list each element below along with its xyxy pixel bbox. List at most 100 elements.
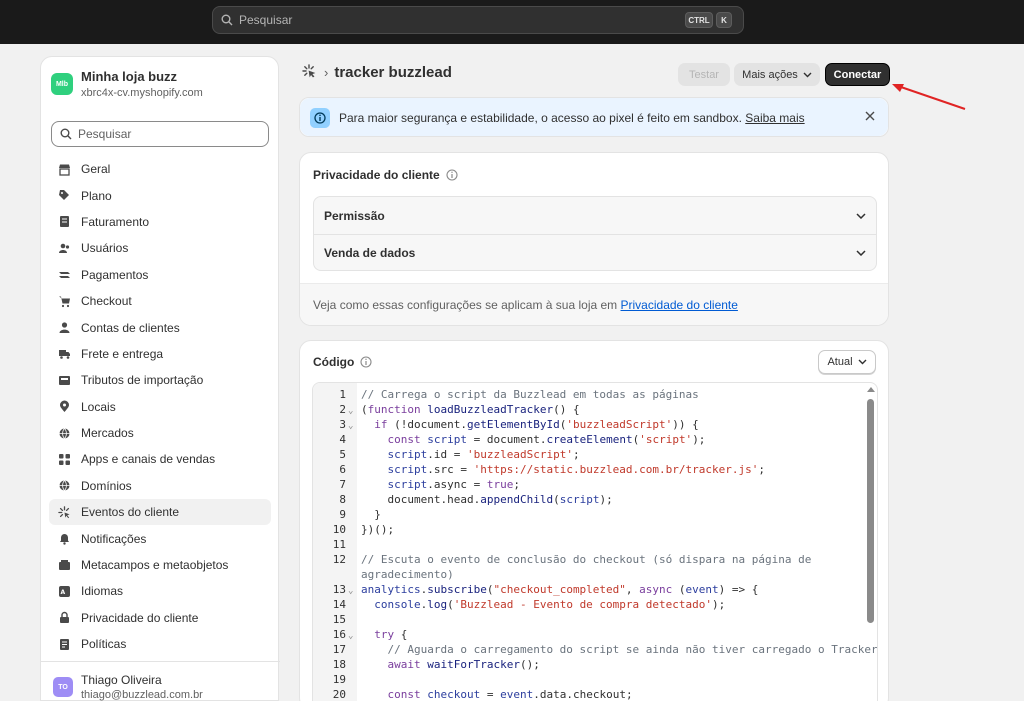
line-number: 6 — [339, 463, 346, 476]
scrollbar-thumb[interactable] — [867, 399, 874, 623]
metafields-icon — [57, 558, 71, 572]
info-icon[interactable] — [446, 169, 458, 181]
sidebar-item[interactable]: Notificações — [49, 525, 271, 551]
banner-body: Para maior segurança e estabilidade, o a… — [300, 98, 888, 136]
editor-scrollbar[interactable] — [866, 387, 875, 701]
sidebar-divider — [41, 661, 280, 662]
user-name: Thiago Oliveira — [81, 673, 162, 687]
code-text: // Carrega o script da Buzzlead em todas… — [361, 388, 699, 401]
kbd-ctrl: CTRL — [685, 12, 713, 28]
sidebar-item[interactable]: A Idiomas — [49, 578, 271, 604]
policy-icon — [57, 637, 71, 651]
code-text: await waitForTracker(); — [387, 658, 540, 671]
sidebar-item[interactable]: Geral — [49, 156, 271, 182]
sidebar-item-label: Políticas — [81, 637, 127, 652]
settings-nav: Geral Plano Faturamento Usuários Pagamentos C… — [49, 156, 271, 657]
customer-privacy-link[interactable]: Privacidade do cliente — [621, 298, 738, 312]
sidebar-item[interactable]: Checkout — [49, 288, 271, 314]
sidebar-item[interactable]: Tributos de importação — [49, 367, 271, 393]
code-lines: 1 // Carrega o script da Buzzlead em toda… — [313, 387, 878, 701]
sidebar-item[interactable]: Políticas — [49, 631, 271, 657]
code-line: 1 // Carrega o script da Buzzlead em toda… — [313, 387, 877, 402]
store-avatar: Mlb — [51, 73, 73, 95]
sidebar-item[interactable]: Pagamentos — [49, 262, 271, 288]
sidebar-item[interactable]: Frete e entrega — [49, 341, 271, 367]
data-sale-row[interactable]: Venda de dados — [314, 234, 876, 271]
code-editor[interactable]: 1 // Carrega o script da Buzzlead em toda… — [312, 382, 878, 701]
code-line: 14 console.log('Buzzlead - Evento de com… — [313, 597, 877, 612]
events-icon — [57, 505, 71, 519]
more-actions-button[interactable]: Mais ações — [734, 63, 820, 86]
settings-search-input[interactable]: Pesquisar — [51, 121, 269, 147]
sidebar-item[interactable]: Privacidade do cliente — [49, 605, 271, 631]
sidebar-item-label: Idiomas — [81, 584, 124, 599]
sidebar-item[interactable]: Usuários — [49, 235, 271, 261]
duties-icon — [57, 373, 71, 387]
scroll-up-icon[interactable] — [867, 387, 875, 392]
sidebar-item[interactable]: Mercados — [49, 420, 271, 446]
data-sale-label: Venda de dados — [324, 246, 416, 260]
sidebar-item[interactable]: Domínios — [49, 473, 271, 499]
code-title-text: Código — [313, 355, 355, 369]
top-bar: Pesquisar CTRL K — [0, 0, 1024, 44]
globe-icon — [57, 426, 71, 440]
line-number: 19 — [332, 673, 346, 686]
version-select[interactable]: Atual — [818, 350, 876, 374]
person-icon — [57, 321, 71, 335]
line-number: 13 — [332, 583, 346, 596]
sidebar-item-label: Mercados — [81, 426, 134, 441]
kbd-k: K — [716, 12, 732, 28]
sidebar-item[interactable]: Plano — [49, 182, 271, 208]
global-search-placeholder: Pesquisar — [239, 13, 293, 27]
chevron-down-icon — [856, 212, 866, 219]
sidebar-item[interactable]: Eventos do cliente — [49, 499, 271, 526]
sidebar-item-label: Domínios — [81, 478, 132, 493]
code-line: 11 — [313, 537, 877, 552]
events-icon[interactable] — [302, 64, 316, 81]
sidebar-item[interactable]: Metacampos e metaobjetos — [49, 552, 271, 578]
cart-icon — [57, 294, 71, 308]
page-header: › tracker buzzlead — [302, 64, 452, 81]
sidebar-item-label: Privacidade do cliente — [81, 610, 199, 625]
line-number: 14 — [332, 598, 346, 611]
learn-more-link[interactable]: Saiba mais — [745, 111, 804, 125]
banner-text: Para maior segurança e estabilidade, o a… — [339, 111, 805, 125]
line-number: 16 — [332, 628, 346, 641]
code-text: // Aguarda o carregamento do script se a… — [387, 643, 878, 656]
test-button[interactable]: Testar — [678, 63, 730, 86]
connect-button[interactable]: Conectar — [825, 63, 890, 86]
line-number: 11 — [332, 538, 346, 551]
sidebar-item-label: Plano — [81, 188, 112, 203]
store-switcher[interactable]: Mlb Minha loja buzz xbrc4x-cv.myshopify.… — [51, 69, 203, 99]
sidebar-item[interactable]: Apps e canais de vendas — [49, 446, 271, 472]
payments-icon — [57, 268, 71, 282]
permission-row[interactable]: Permissão — [314, 197, 876, 234]
code-line: 7 script.async = true; — [313, 477, 877, 492]
user-account[interactable]: TO Thiago Oliveira thiago@buzzlead.com.b… — [53, 673, 203, 701]
line-number: 3 — [339, 418, 346, 431]
line-number: 2 — [339, 403, 346, 416]
global-search-input[interactable]: Pesquisar CTRL K — [212, 6, 744, 34]
sidebar-item[interactable]: Locais — [49, 394, 271, 420]
code-line: 16 ⌄ try { — [313, 627, 877, 642]
code-text: console.log('Buzzlead - Evento de compra… — [374, 598, 726, 611]
store-name: Minha loja buzz — [81, 69, 178, 84]
code-card: Código Atual 1 // Carrega o script da Buz… — [299, 340, 889, 701]
code-line: 5 script.id = 'buzzleadScript'; — [313, 447, 877, 462]
billing-icon — [57, 215, 71, 229]
banner-message: Para maior segurança e estabilidade, o a… — [339, 111, 742, 125]
location-icon — [57, 400, 71, 414]
close-icon[interactable] — [864, 110, 876, 125]
line-number: 15 — [332, 613, 346, 626]
code-line: 8 document.head.appendChild(script); — [313, 492, 877, 507]
sidebar-item-label: Pagamentos — [81, 267, 149, 282]
sidebar-item-label: Apps e canais de vendas — [81, 452, 216, 467]
code-line: 4 const script = document.createElement(… — [313, 432, 877, 447]
code-line: 2 ⌄ (function loadBuzzleadTracker() { — [313, 402, 877, 417]
line-number: 18 — [332, 658, 346, 671]
sidebar-item[interactable]: Faturamento — [49, 209, 271, 235]
sidebar-item[interactable]: Contas de clientes — [49, 314, 271, 340]
sidebar-item-label: Faturamento — [81, 214, 150, 229]
info-icon[interactable] — [360, 356, 372, 368]
line-number: 8 — [339, 493, 346, 506]
